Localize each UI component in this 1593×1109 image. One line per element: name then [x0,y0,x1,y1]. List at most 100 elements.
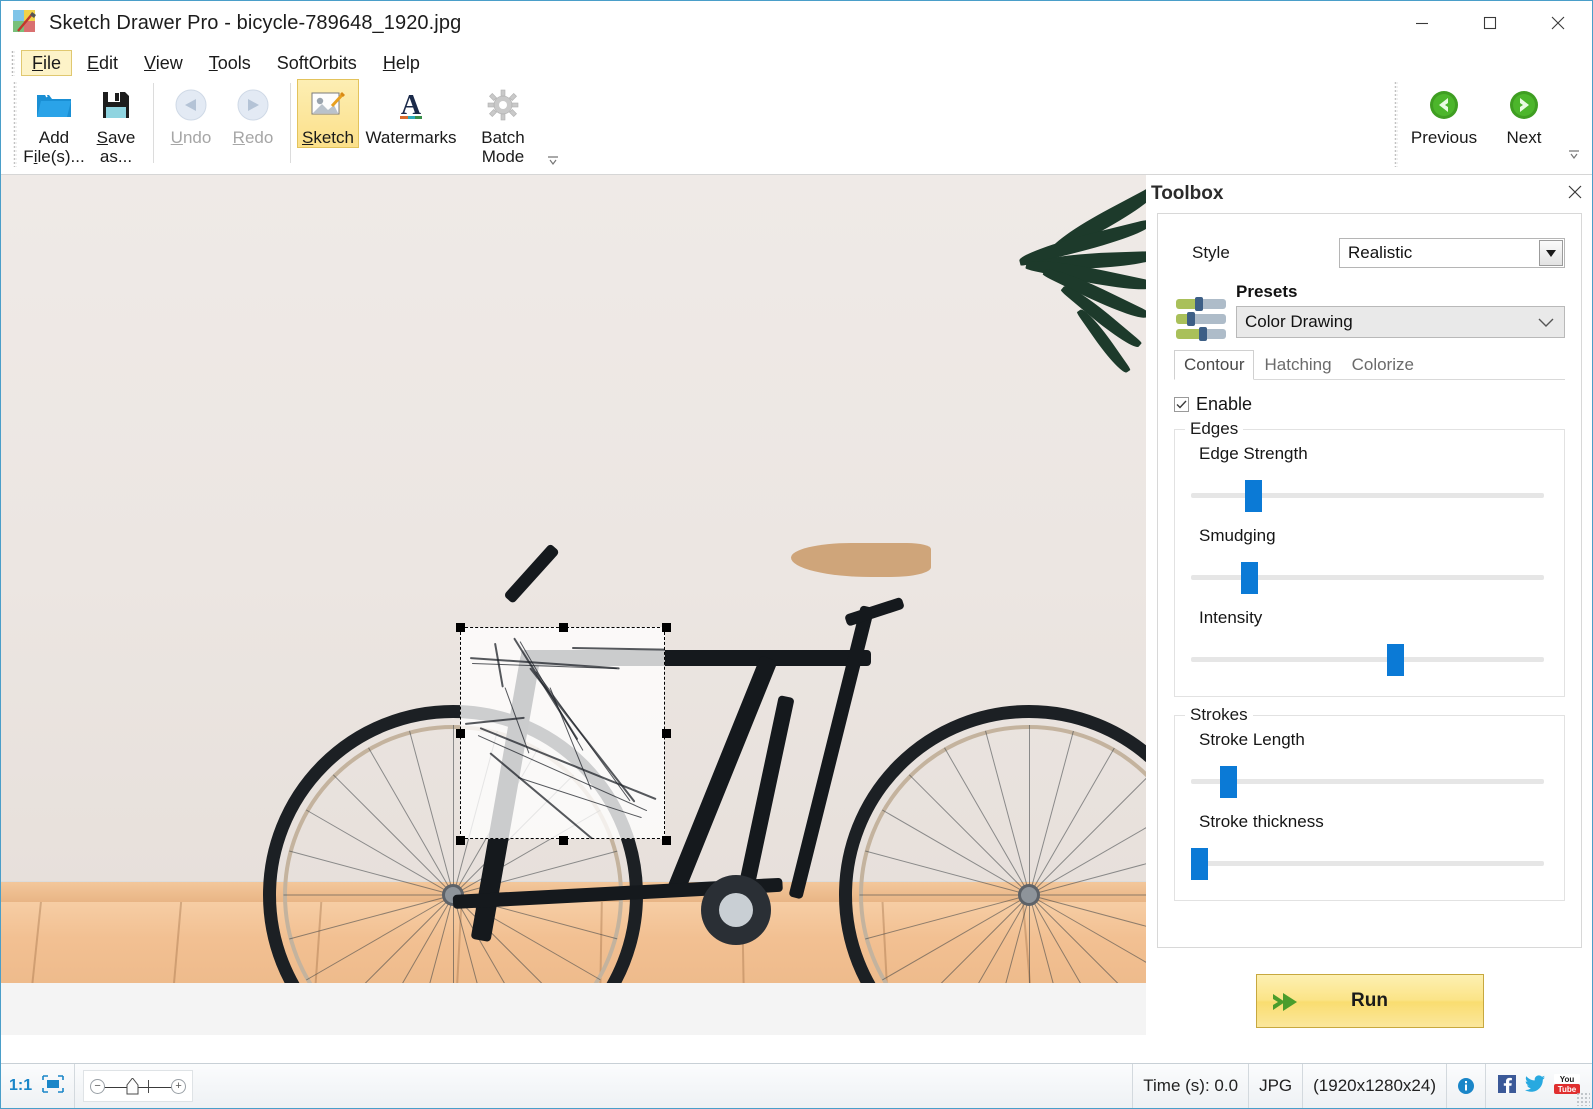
redo-button[interactable]: Redo [222,79,284,147]
stroke-length-thumb[interactable] [1220,766,1237,798]
fit-to-window-icon[interactable] [42,1075,64,1098]
navigation-expand-icon[interactable] [1566,148,1582,163]
bicycle-illustration [1,175,1146,983]
next-button[interactable]: Next [1484,79,1564,147]
chevron-down-icon[interactable] [1538,315,1554,330]
svg-text:You: You [1560,1075,1575,1084]
ribbon-group-navigation: Previous Next [1394,79,1592,167]
ribbon-group-history: Undo Redo [160,79,284,173]
style-label: Style [1174,243,1339,263]
stroke-thickness-label: Stroke thickness [1191,812,1548,832]
tab-hatching[interactable]: Hatching [1254,350,1341,379]
menu-item-file[interactable]: File [21,50,72,76]
window-resize-grip[interactable] [1576,1092,1590,1106]
intensity-slider[interactable] [1191,644,1548,676]
menu-drag-grip[interactable] [11,50,15,76]
twitter-icon[interactable] [1525,1075,1545,1098]
open-folder-icon [35,85,73,125]
toolbox-close-icon[interactable] [1566,183,1584,206]
presets-dropdown[interactable]: Color Drawing [1236,306,1565,338]
close-button[interactable] [1524,1,1592,45]
sliders-preset-icon [1174,282,1236,338]
presets-label: Presets [1236,282,1565,302]
style-row: Style Realistic [1174,238,1565,268]
photo-image [1,175,1146,983]
previous-button[interactable]: Previous [1404,79,1484,147]
style-value: Realistic [1340,243,1412,263]
menu-bar: File Edit View Tools SoftOrbits Help [1,47,1592,79]
save-as-label: Saveas... [97,128,136,166]
edge-strength-thumb[interactable] [1245,480,1262,512]
zoom-controls: 1:1 [1,1064,75,1109]
menu-item-softorbits[interactable]: SoftOrbits [266,50,368,76]
zoom-slider-thumb[interactable] [126,1078,139,1095]
ribbon-expand-icon[interactable] [545,154,561,169]
style-dropdown[interactable]: Realistic [1339,238,1565,268]
green-left-arrow-icon [1427,85,1461,125]
tab-colorize[interactable]: Colorize [1342,350,1424,379]
toolbox-body: Style Realistic [1157,213,1582,948]
watermarks-button[interactable]: A Watermarks [359,79,463,147]
zoom-ratio-label[interactable]: 1:1 [9,1077,32,1095]
toolbox-header: Toolbox [1147,175,1592,213]
image-canvas[interactable]: ‹ [1,175,1146,1035]
ribbon-drag-grip[interactable] [13,81,17,167]
intensity-thumb[interactable] [1387,644,1404,676]
stroke-length-slider[interactable] [1191,766,1548,798]
sketch-button[interactable]: Sketch [297,79,359,148]
stroke-length-label: Stroke Length [1191,730,1548,750]
smudging-thumb[interactable] [1241,562,1258,594]
enable-checkbox[interactable] [1174,397,1189,412]
previous-label: Previous [1411,128,1477,147]
undo-arrow-icon [174,85,208,125]
presets-row: Presets Color Drawing [1174,282,1565,338]
edge-strength-slider[interactable] [1191,480,1548,512]
facebook-icon[interactable] [1498,1075,1516,1098]
intensity-track[interactable] [1191,657,1544,662]
intensity-label: Intensity [1191,608,1548,628]
floppy-disk-icon [100,85,132,125]
svg-text:Tube: Tube [1558,1085,1577,1094]
stroke-thickness-thumb[interactable] [1191,848,1208,880]
zoom-in-icon[interactable]: + [171,1079,186,1094]
zoom-slider-cell: − + [75,1064,193,1109]
ribbon-toolbar: Add File(s)... Saveas... [1,79,1592,175]
zoom-slider[interactable]: − + [83,1070,193,1102]
smudging-label: Smudging [1191,526,1548,546]
menu-item-view[interactable]: View [133,50,194,76]
zoom-slider-tick [148,1080,149,1093]
next-label: Next [1507,128,1542,147]
batch-mode-button[interactable]: BatchMode [463,79,543,166]
stroke-thickness-slider[interactable] [1191,848,1548,880]
add-files-button[interactable]: Add File(s)... [23,79,85,166]
sketch-photo-pencil-icon [310,85,346,125]
batch-mode-label: BatchMode [481,128,524,166]
status-bar: 1:1 − + Time (s): 0.0 JPG (1920x1280x [1,1063,1592,1108]
toolbox-panel: Toolbox Style Realistic [1147,175,1592,1063]
navigation-grip [1394,81,1398,167]
run-area: Run [1157,953,1582,1049]
maximize-button[interactable] [1456,1,1524,45]
green-double-arrow-icon [1271,988,1301,1021]
stroke-thickness-track[interactable] [1191,861,1544,866]
enable-row: Enable [1174,394,1565,415]
tab-contour[interactable]: Contour [1174,350,1254,380]
run-button[interactable]: Run [1256,974,1484,1028]
info-button[interactable] [1447,1064,1486,1109]
add-files-label: Add File(s)... [23,128,84,166]
menu-item-help[interactable]: Help [372,50,431,76]
menu-item-tools[interactable]: Tools [198,50,262,76]
minimize-button[interactable] [1388,1,1456,45]
application-window: Sketch Drawer Pro - bicycle-789648_1920.… [0,0,1593,1109]
edge-strength-label: Edge Strength [1191,444,1548,464]
smudging-slider[interactable] [1191,562,1548,594]
enable-label: Enable [1196,394,1252,415]
stroke-length-track[interactable] [1191,779,1544,784]
style-dropdown-arrow-icon[interactable] [1539,240,1563,266]
edges-group-label: Edges [1185,419,1243,439]
save-as-button[interactable]: Saveas... [85,79,147,166]
undo-button[interactable]: Undo [160,79,222,147]
format-status: JPG [1249,1064,1303,1109]
menu-item-edit[interactable]: Edit [76,50,129,76]
zoom-out-icon[interactable]: − [90,1079,105,1094]
